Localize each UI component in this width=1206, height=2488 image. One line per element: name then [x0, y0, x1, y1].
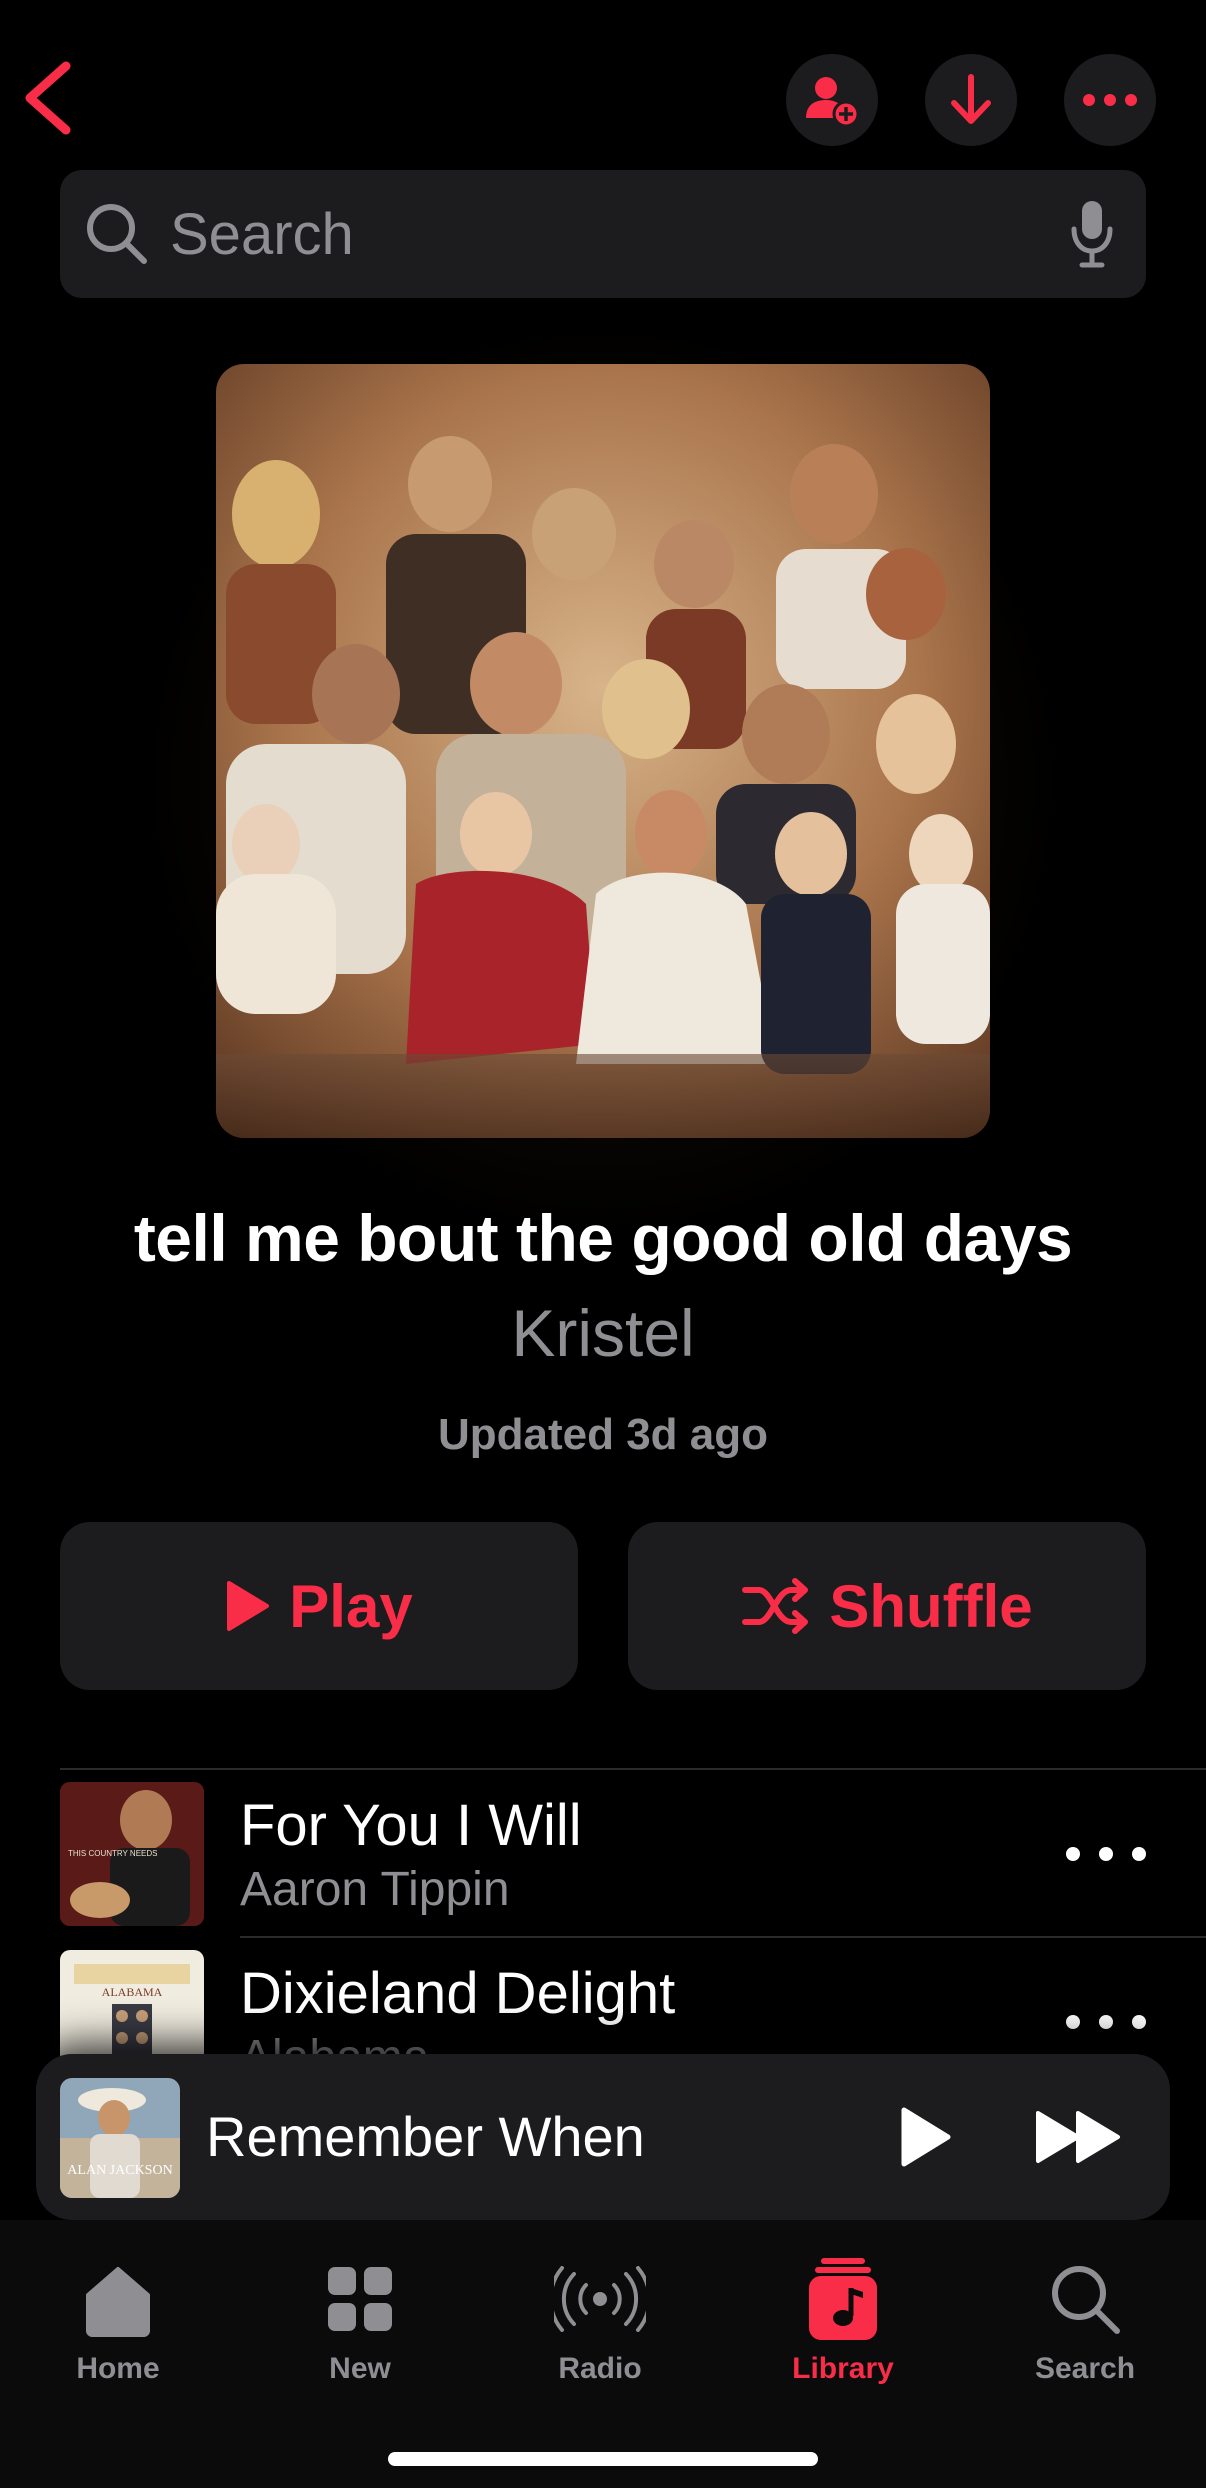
tab-radio[interactable]: Radio [500, 2256, 700, 2386]
svg-text:ALAN JACKSON: ALAN JACKSON [67, 2163, 172, 2178]
updated-timestamp: Updated 3d ago [437, 1410, 769, 1459]
chevron-left-icon [25, 61, 71, 135]
tab-home[interactable]: Home [18, 2256, 218, 2386]
now-playing-title: Remember When [206, 2105, 645, 2168]
arrow-down-icon [951, 74, 991, 124]
radio-icon [554, 2266, 646, 2332]
shuffle-label: Shuffle [829, 1572, 1033, 1640]
song-title: Dixieland Delight [240, 1961, 676, 2026]
download-button[interactable] [925, 54, 1017, 146]
album-art: THIS COUNTRY NEEDS [60, 1782, 204, 1926]
shuffle-icon [742, 1578, 809, 1634]
tab-label: Library [792, 2352, 894, 2385]
svg-text:THIS COUNTRY NEEDS: THIS COUNTRY NEEDS [68, 1849, 158, 1858]
tab-label: New [329, 2352, 391, 2385]
fast-forward-icon[interactable] [1034, 2109, 1124, 2165]
search-input[interactable]: Search [170, 201, 354, 268]
play-icon[interactable] [898, 2106, 952, 2168]
mini-player[interactable]: ALAN JACKSON Remember When [36, 2054, 1170, 2220]
more-options-button[interactable] [1064, 54, 1156, 146]
tab-search[interactable]: Search [985, 2256, 1185, 2386]
song-more-button[interactable] [1066, 1834, 1146, 1874]
person-add-icon [806, 77, 860, 128]
search-icon [1052, 2266, 1120, 2334]
song-more-button[interactable] [1066, 2002, 1146, 2042]
tab-label: Radio [558, 2352, 642, 2385]
tab-library[interactable]: Library [743, 2256, 943, 2386]
playlist-curator[interactable]: Kristel [0, 1295, 1206, 1371]
ellipsis-icon [1083, 94, 1137, 106]
tab-label: Home [76, 2352, 160, 2385]
play-button[interactable]: Play [60, 1522, 578, 1690]
song-row[interactable]: THIS COUNTRY NEEDS For You I Will Aaron … [60, 1782, 1206, 1948]
play-label: Play [289, 1572, 413, 1640]
music-note-icon [809, 2258, 877, 2340]
grid-icon [328, 2267, 392, 2331]
svg-text:ALABAMA: ALABAMA [102, 1985, 163, 1999]
search-bar[interactable]: Search [60, 170, 1146, 298]
playlist-title: tell me bout the good old days [133, 1201, 1073, 1275]
search-icon [87, 204, 147, 264]
shuffle-button[interactable]: Shuffle [628, 1522, 1146, 1690]
back-button[interactable] [18, 58, 78, 138]
divider [240, 1936, 1206, 1938]
tab-label: Search [1034, 2352, 1136, 2385]
song-artist: Aaron Tippin [240, 1863, 510, 1916]
microphone-icon[interactable] [1070, 199, 1114, 269]
house-icon [86, 2267, 150, 2337]
tab-bar: Home New Radio Library Search [0, 2220, 1206, 2488]
tab-new[interactable]: New [260, 2256, 460, 2386]
playlist-artwork [216, 364, 990, 1138]
play-icon [227, 1581, 270, 1631]
add-collaborator-button[interactable] [786, 54, 878, 146]
home-indicator [388, 2452, 818, 2466]
song-title: For You I Will [240, 1793, 582, 1858]
now-playing-artwork: ALAN JACKSON [60, 2078, 180, 2198]
divider [60, 1768, 1206, 1770]
